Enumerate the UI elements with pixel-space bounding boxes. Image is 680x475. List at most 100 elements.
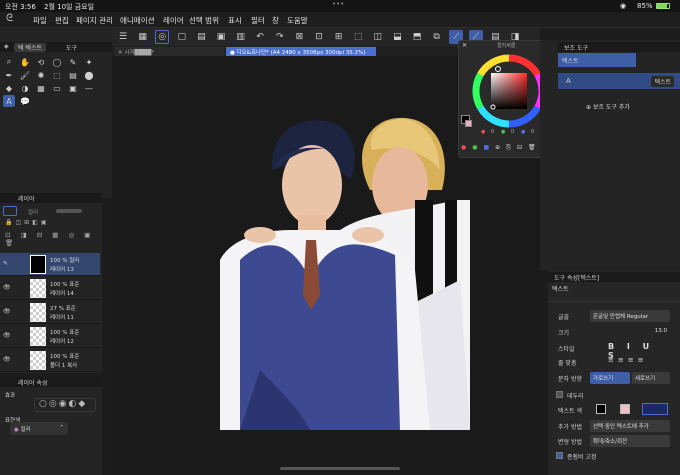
menu-view[interactable]: 표시 (228, 15, 242, 26)
font-value[interactable]: 온글잎 만렙체 Regular (590, 310, 670, 322)
transform-value[interactable]: 확대/축소/회전 (590, 435, 670, 447)
layer-row[interactable]: 👁 100 % 표준 폴더 1 복사 (0, 349, 100, 372)
blend-mode-value[interactable]: 컬러 (28, 208, 38, 216)
prop-row-align: 줄 맞춤 ≡≡≡≡ (556, 355, 676, 368)
add-sub-tool-button[interactable]: ⊕ 보조 도구 추가 (586, 102, 630, 111)
align-buttons[interactable]: ≡≡≡≡ (608, 356, 670, 367)
layer-row[interactable]: 👁 100 % 표준 레이어 14 (0, 277, 100, 300)
style-buttons[interactable]: B I U S (608, 342, 670, 360)
eye-icon[interactable]: 👁 (3, 284, 11, 291)
menu-page[interactable]: 페이지 관리 (76, 15, 113, 26)
expression-color-select[interactable]: ◉ 컬러 ⌃ (10, 422, 68, 435)
open-icon[interactable]: ▤ (194, 30, 208, 44)
hand-icon[interactable]: ✋ (19, 56, 31, 68)
blend-icon[interactable]: ◑ (19, 82, 31, 94)
pattern-icon[interactable]: ▦ (35, 82, 47, 94)
save-icon[interactable]: ▣ (214, 30, 228, 44)
keep_ratio-checkbox[interactable] (556, 452, 563, 459)
layer-icon[interactable]: ⧉ (430, 30, 444, 44)
color-value-r: 0 (491, 129, 495, 135)
eye-icon[interactable]: 👁 (3, 356, 11, 363)
eye-icon[interactable]: 👁 (3, 308, 11, 315)
lasso-icon[interactable]: ✎ (67, 56, 79, 68)
pen-icon[interactable]: ✒ (3, 69, 15, 81)
add_method-value[interactable]: 선택 중인 텍스트에 추가 (590, 420, 670, 432)
sub-tool-item-text[interactable]: A 텍스트 (558, 73, 680, 89)
menu-help[interactable]: 도움말 (287, 15, 308, 26)
sub-color-swatch[interactable] (465, 120, 472, 127)
color-wheel[interactable] (471, 53, 547, 129)
redo-icon[interactable]: ↷ (273, 30, 287, 44)
direction-vertical-button[interactable]: 세로쓰기 (632, 372, 670, 384)
eye-icon[interactable]: 👁 (3, 332, 11, 339)
wand-icon[interactable]: ✦ (83, 56, 95, 68)
tool-tab-sub[interactable]: ◈ (4, 43, 9, 50)
folder-icon[interactable]: ▥ (234, 30, 248, 44)
menu-animation[interactable]: 애니메이션 (120, 15, 155, 26)
fill-select-icon[interactable]: ⬚ (351, 30, 365, 44)
brush-icon[interactable]: 🖌 (19, 69, 31, 81)
frame-icon[interactable]: ▣ (67, 82, 79, 94)
menu-file[interactable]: 파일 (33, 15, 47, 26)
edit-icon[interactable]: ✎ (3, 260, 8, 267)
text-color-main-swatch[interactable] (596, 404, 606, 414)
menu-filter[interactable]: 필터 (251, 15, 265, 26)
text-icon[interactable]: A (3, 95, 15, 107)
size-value[interactable]: 13.0 (636, 326, 670, 336)
prop-row-direction: 문자 방향 가로쓰기 세로쓰기 (556, 371, 676, 384)
sub-tool-header: 보조 도구 (558, 42, 680, 52)
canvas-tab-1[interactable]: ✕ 시저████* (114, 47, 224, 56)
gradient-icon[interactable]: ▤ (67, 69, 79, 81)
menu-icon[interactable]: ☰ (116, 30, 130, 44)
menu-selection[interactable]: 선택 범위 (189, 15, 219, 26)
ruler-icon[interactable]: ⬤ (83, 69, 95, 81)
layer-row[interactable]: ✎ 100 % 컬러 레이어 13 (0, 253, 100, 276)
zoom-in-icon[interactable]: ⬓ (390, 30, 404, 44)
border-checkbox[interactable] (556, 391, 563, 398)
eraser-icon[interactable]: ◆ (3, 82, 15, 94)
multitask-dots[interactable]: ••• (332, 0, 344, 8)
menu-edit[interactable]: 편집 (55, 15, 69, 26)
close-icon[interactable]: ✕ (462, 42, 467, 49)
transform-icon[interactable]: ◎ (155, 30, 170, 44)
shape-icon[interactable]: ▭ (51, 82, 63, 94)
undo-icon[interactable]: ↶ (253, 30, 267, 44)
rotate-icon[interactable]: ⟲ (35, 56, 47, 68)
deselect-icon[interactable]: ⊠ (292, 30, 306, 44)
layer-action-icons[interactable]: ⊡ ◨ ⊟ ▦ ◎ ▣ 🗑 (5, 231, 100, 247)
wifi-icon: ◉ (620, 2, 627, 10)
invert-icon[interactable]: ⊡ (312, 30, 326, 44)
app-logo-icon[interactable]: ᘓ (6, 13, 13, 24)
text-color-sub-swatch[interactable] (620, 404, 630, 414)
prop-row-transform: 변형 방법 확대/축소/회전 (556, 434, 676, 447)
tool-tab-tools[interactable]: 도구 (66, 43, 77, 52)
zoom-out-icon[interactable]: ⬒ (410, 30, 424, 44)
opacity-slider[interactable] (56, 209, 82, 213)
menu-bar: ᘓ 파일 편집 페이지 관리 애니메이션 레이어 선택 범위 표시 필터 창 도… (0, 12, 680, 28)
tool-panel: ◈ 텍 텍스트 도구 ⌕ ✋ ⟲ ◯ ✎ ✦ ✒ 🖌 ✺ ⬚ ▤ ⬤ ◆ ◑ ▦ ▭ ▣ — A 💬 (0, 28, 112, 198)
crop-icon[interactable]: ⊞ (332, 30, 346, 44)
menu-layer[interactable]: 레이어 (163, 15, 184, 26)
zoom-icon[interactable]: ⌕ (3, 56, 15, 68)
balloon-icon[interactable]: 💬 (19, 95, 31, 107)
menu-window[interactable]: 창 (272, 15, 279, 26)
select-icon[interactable]: ◯ (51, 56, 63, 68)
layer-mode-icon[interactable] (3, 206, 17, 216)
layer-row[interactable]: 👁 27 % 표준 레이어 11 (0, 301, 100, 324)
fill-icon[interactable]: ⬚ (51, 69, 63, 81)
airbrush-icon[interactable]: ✺ (35, 69, 47, 81)
line-icon[interactable]: — (83, 82, 95, 94)
canvas-tab-2[interactable]: ● 디오&죠나단* (A4 2480 x 3508px 300dpi 35.2%… (226, 47, 376, 56)
tool-sub-tab[interactable]: 텍 텍스트 (14, 43, 46, 52)
prop-label-transform: 변형 방법 (558, 439, 582, 446)
new-icon[interactable]: ▢ (175, 30, 189, 44)
layer-lock-icons[interactable]: 🔒◫⊞◧▣ (5, 219, 100, 227)
direction-horizontal-button[interactable]: 가로쓰기 (590, 372, 630, 384)
color-panel-title: 컬러써클 (497, 43, 516, 49)
grid-icon[interactable]: ▦ (136, 30, 150, 44)
effect-buttons[interactable]: ○◎◉◐◆ (34, 398, 96, 412)
sub-tool-group[interactable]: 텍스트 (558, 53, 636, 67)
text-color-user-swatch[interactable] (642, 403, 668, 415)
select-all-icon[interactable]: ◫ (371, 30, 385, 44)
layer-row[interactable]: 👁 100 % 표준 레이어 12 (0, 325, 100, 348)
